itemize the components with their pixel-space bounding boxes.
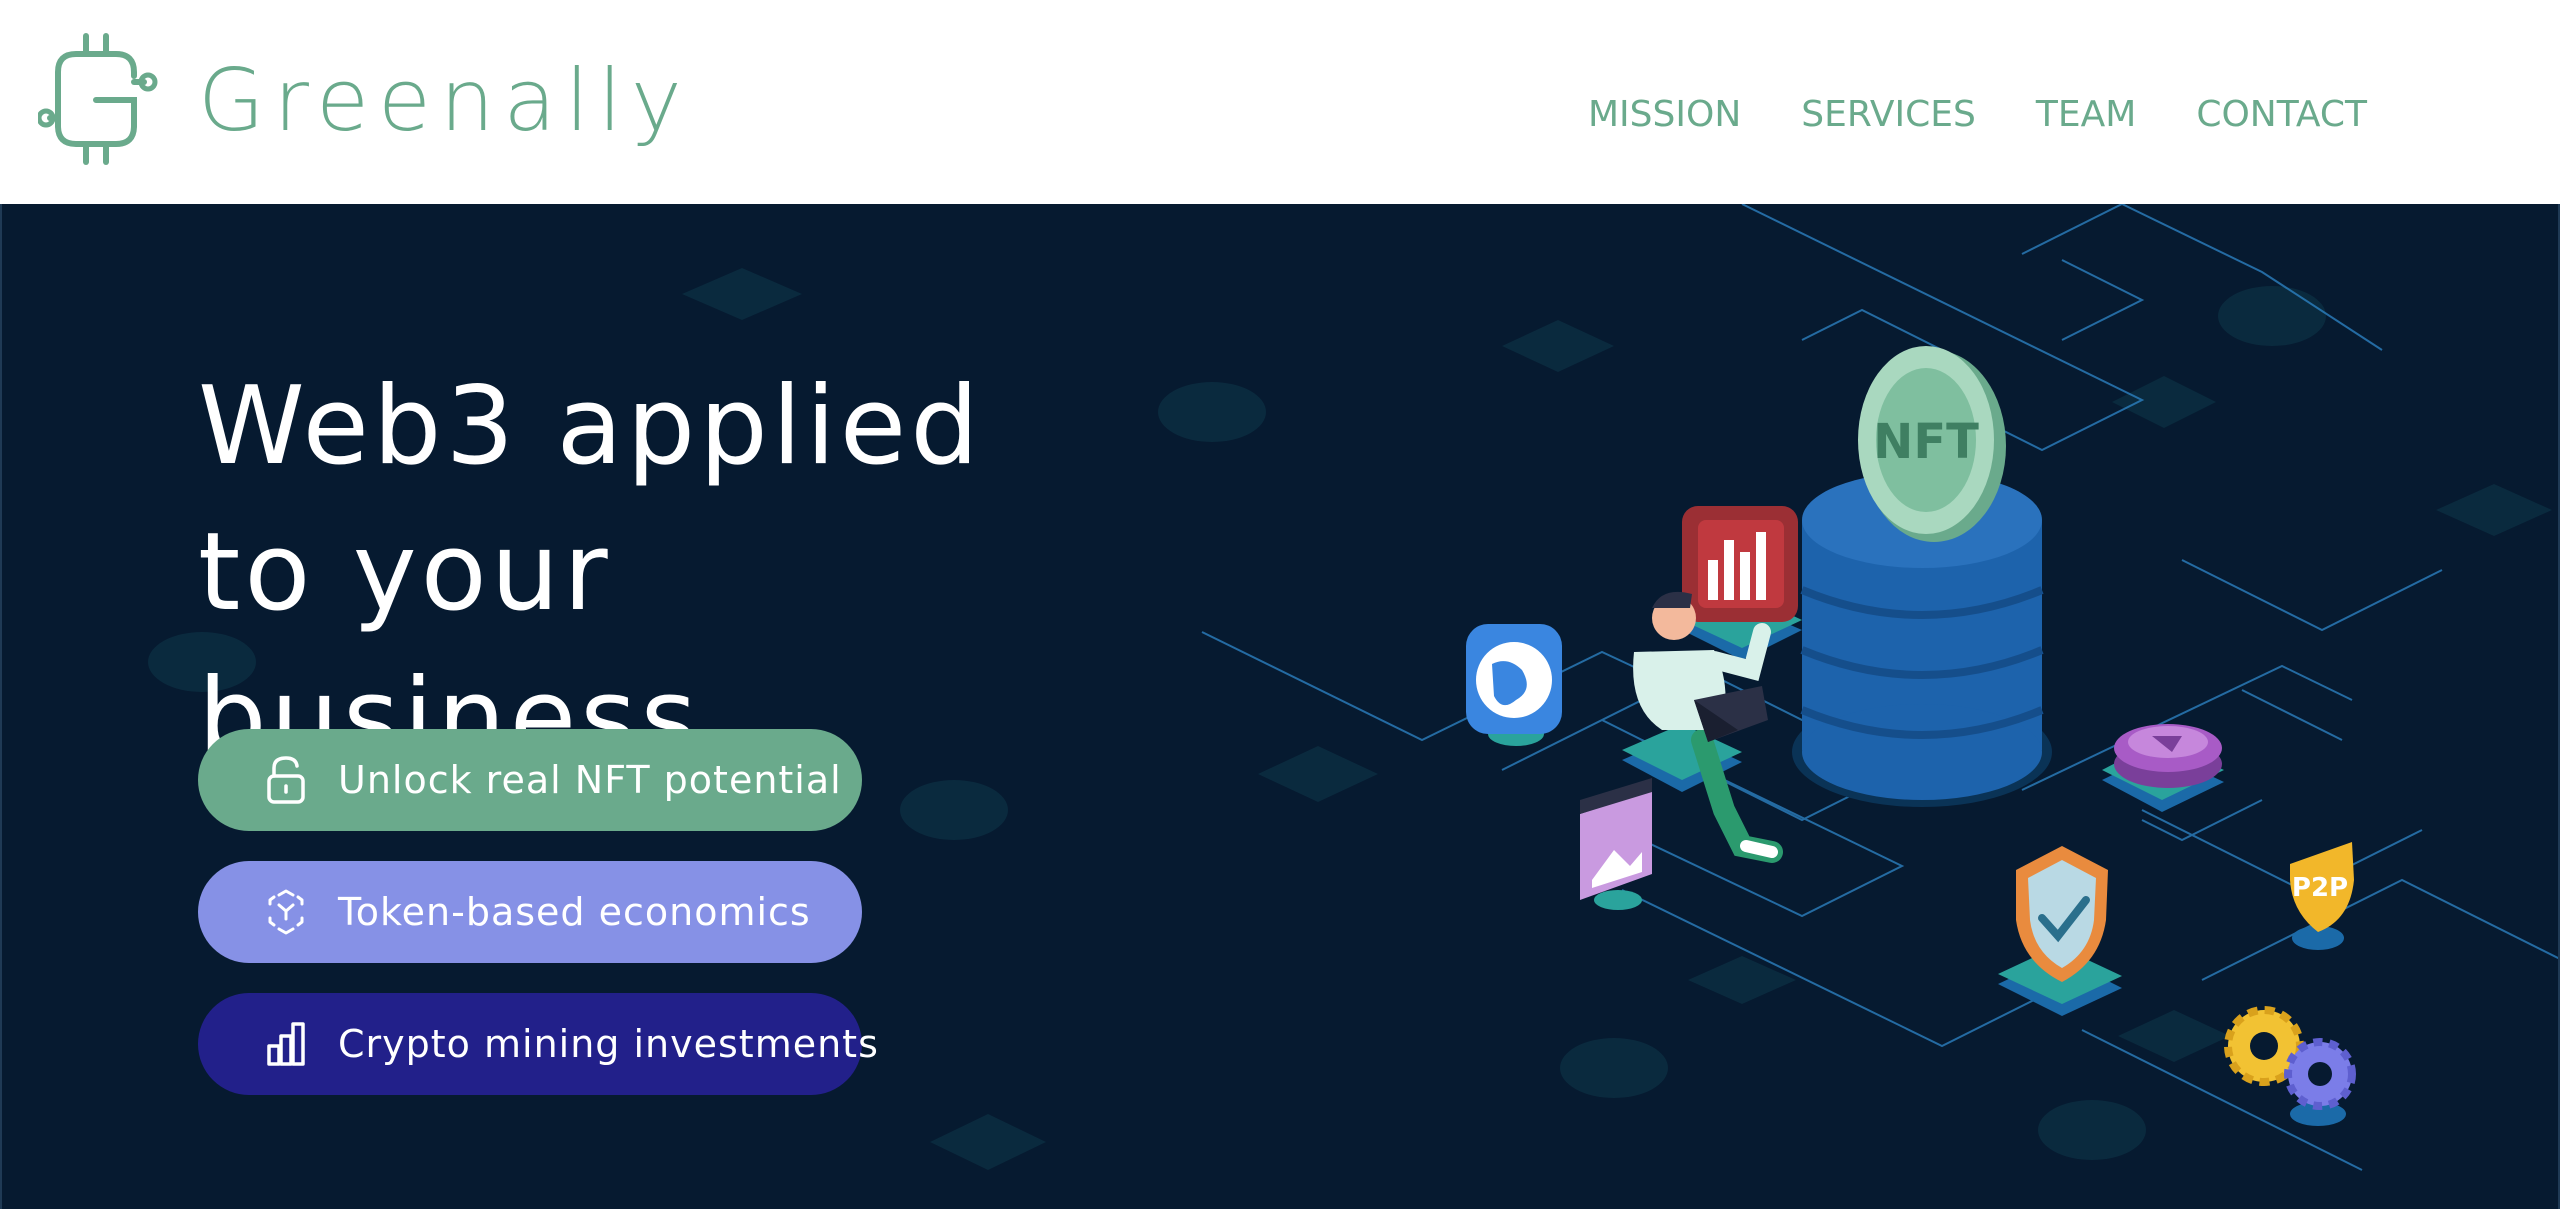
unlock-icon bbox=[267, 756, 305, 804]
crypto-mining-label: Crypto mining investments bbox=[338, 1022, 879, 1066]
red-chart-icon bbox=[1682, 506, 1802, 660]
globe-icon bbox=[1466, 624, 1562, 746]
hero-headline: Web3 applied to your business bbox=[198, 354, 1098, 792]
gears-icon bbox=[2224, 1006, 2356, 1126]
token-economics-label: Token-based economics bbox=[338, 890, 811, 934]
nav-services[interactable]: SERVICES bbox=[1801, 92, 1976, 138]
greenally-logo-icon[interactable] bbox=[38, 32, 158, 166]
purple-coin-stack-icon bbox=[2102, 724, 2224, 812]
site-header: Greenally MISSION SERVICES TEAM CONTACT bbox=[0, 0, 2560, 204]
brand-name[interactable]: Greenally bbox=[198, 46, 691, 156]
nav-contact[interactable]: CONTACT bbox=[2196, 92, 2367, 138]
p2p-badge-text: P2P bbox=[2292, 873, 2348, 903]
p2p-badge-icon: P2P bbox=[2290, 842, 2354, 950]
headline-line-1: Web3 applied bbox=[198, 364, 983, 489]
main-nav: MISSION SERVICES TEAM CONTACT bbox=[1588, 92, 2427, 138]
nft-coin-text: NFT bbox=[1873, 414, 1979, 470]
web3-isometric-illustration: NFT P2P bbox=[1201, 204, 2558, 1171]
security-shield-icon bbox=[1998, 846, 2122, 1016]
bar-chart-icon bbox=[267, 1022, 305, 1066]
hero-section: Web3 applied to your business Unlock rea… bbox=[0, 204, 2560, 1209]
nav-mission[interactable]: MISSION bbox=[1588, 92, 1741, 138]
crypto-mining-button[interactable]: Crypto mining investments bbox=[198, 993, 878, 1095]
token-economics-button[interactable]: Token-based economics bbox=[198, 861, 862, 963]
token-cube-icon bbox=[268, 889, 304, 935]
unlock-nft-label: Unlock real NFT potential bbox=[338, 758, 842, 802]
image-window-icon bbox=[1580, 778, 1652, 910]
nav-team[interactable]: TEAM bbox=[2036, 92, 2136, 138]
unlock-nft-button[interactable]: Unlock real NFT potential bbox=[198, 729, 862, 831]
